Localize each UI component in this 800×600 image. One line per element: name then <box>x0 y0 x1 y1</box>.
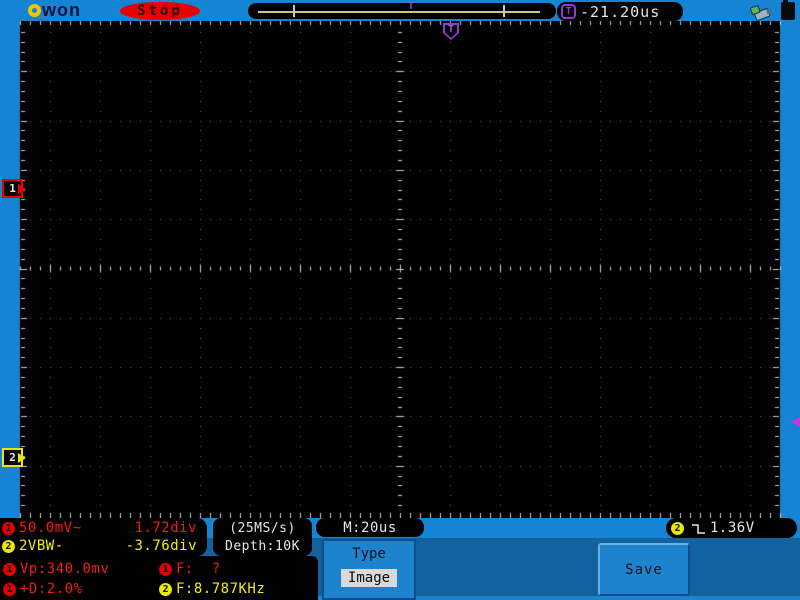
channel-readouts: 1 50.0mV~ 1.72div 2 2VBW- -3.76div <box>0 518 207 556</box>
meas3-badge: 1 <box>3 583 16 596</box>
acquisition-readout: (25MS/s) Depth:10K <box>213 518 312 556</box>
menu-selected-option[interactable]: Image <box>341 569 397 587</box>
trigger-time-readout: T -21.20us <box>557 2 683 21</box>
save-button[interactable]: Save <box>598 543 690 596</box>
hpos-trigger-marker: T <box>408 1 414 12</box>
owon-logo: won <box>28 0 81 21</box>
run-state-button[interactable]: Stop <box>120 2 200 20</box>
meas1-value: Vp:340.0mv <box>20 561 109 577</box>
owon-logo-text: won <box>42 1 81 20</box>
battery-icon <box>781 2 795 20</box>
trigger-level-readout: 2 1.36V <box>666 518 797 538</box>
waveform-canvas <box>0 0 800 600</box>
hpos-window-left-tick <box>293 5 295 17</box>
meas2-value: F: ? <box>176 561 221 577</box>
ch1-readout: 1 50.0mV~ 1.72div <box>0 520 207 537</box>
meas4-badge: 2 <box>159 583 172 596</box>
trigger-t-icon: T <box>561 4 576 19</box>
channel2-position-marker[interactable]: 2 <box>2 448 23 467</box>
trigger-time-value: -21.20us <box>580 3 660 21</box>
trigger-position-marker-glyph: T <box>443 24 459 35</box>
ch1-scale: 50.0mV~ <box>19 520 82 536</box>
falling-edge-icon <box>691 521 707 536</box>
ch2-position: -3.76div <box>126 538 207 554</box>
hpos-line <box>258 11 540 13</box>
ch1-position: 1.72div <box>134 520 207 536</box>
ch1-badge: 1 <box>2 522 15 535</box>
meas3-value: +D:2.0% <box>20 581 83 597</box>
meas2-badge: 1 <box>159 563 172 576</box>
meas4-value: F:8.787KHz <box>176 581 265 597</box>
record-depth: Depth:10K <box>225 539 300 554</box>
measurement-duty: 1 +D:2.0% <box>3 579 159 599</box>
menu-type-image[interactable]: Type Image <box>322 539 416 600</box>
trigger-source-badge: 2 <box>671 522 684 535</box>
meas1-badge: 1 <box>3 563 16 576</box>
hpos-window-right-tick <box>503 5 505 17</box>
top-bar: won Stop T T -21.20us <box>0 0 800 21</box>
horizontal-position-indicator[interactable]: T <box>248 3 556 19</box>
menu-title: Type <box>352 546 386 562</box>
timebase-value: M:20us <box>343 520 397 536</box>
oscilloscope-screen: won Stop T T -21.20us T 1 2 <box>0 0 800 600</box>
measurements-panel: 1 Vp:340.0mv 1 F: ? 1 +D:2.0% 2 F:8.787K… <box>0 556 318 600</box>
channel1-position-marker[interactable]: 1 <box>2 179 23 198</box>
measurement-freq2: 2 F:8.787KHz <box>159 579 318 599</box>
ch2-readout: 2 2VBW- -3.76div <box>0 538 207 555</box>
sample-rate: (25MS/s) <box>229 521 296 536</box>
trigger-level-arrow-icon[interactable] <box>783 414 800 430</box>
ch2-scale: 2VBW- <box>19 538 64 554</box>
usb-icon <box>750 1 777 21</box>
ch2-badge: 2 <box>2 540 15 553</box>
owon-logo-o-icon <box>28 4 41 17</box>
measurement-freq1: 1 F: ? <box>159 559 318 579</box>
timebase-readout: M:20us <box>316 518 424 537</box>
trigger-level-value: 1.36V <box>710 520 755 536</box>
measurement-vp: 1 Vp:340.0mv <box>3 559 159 579</box>
